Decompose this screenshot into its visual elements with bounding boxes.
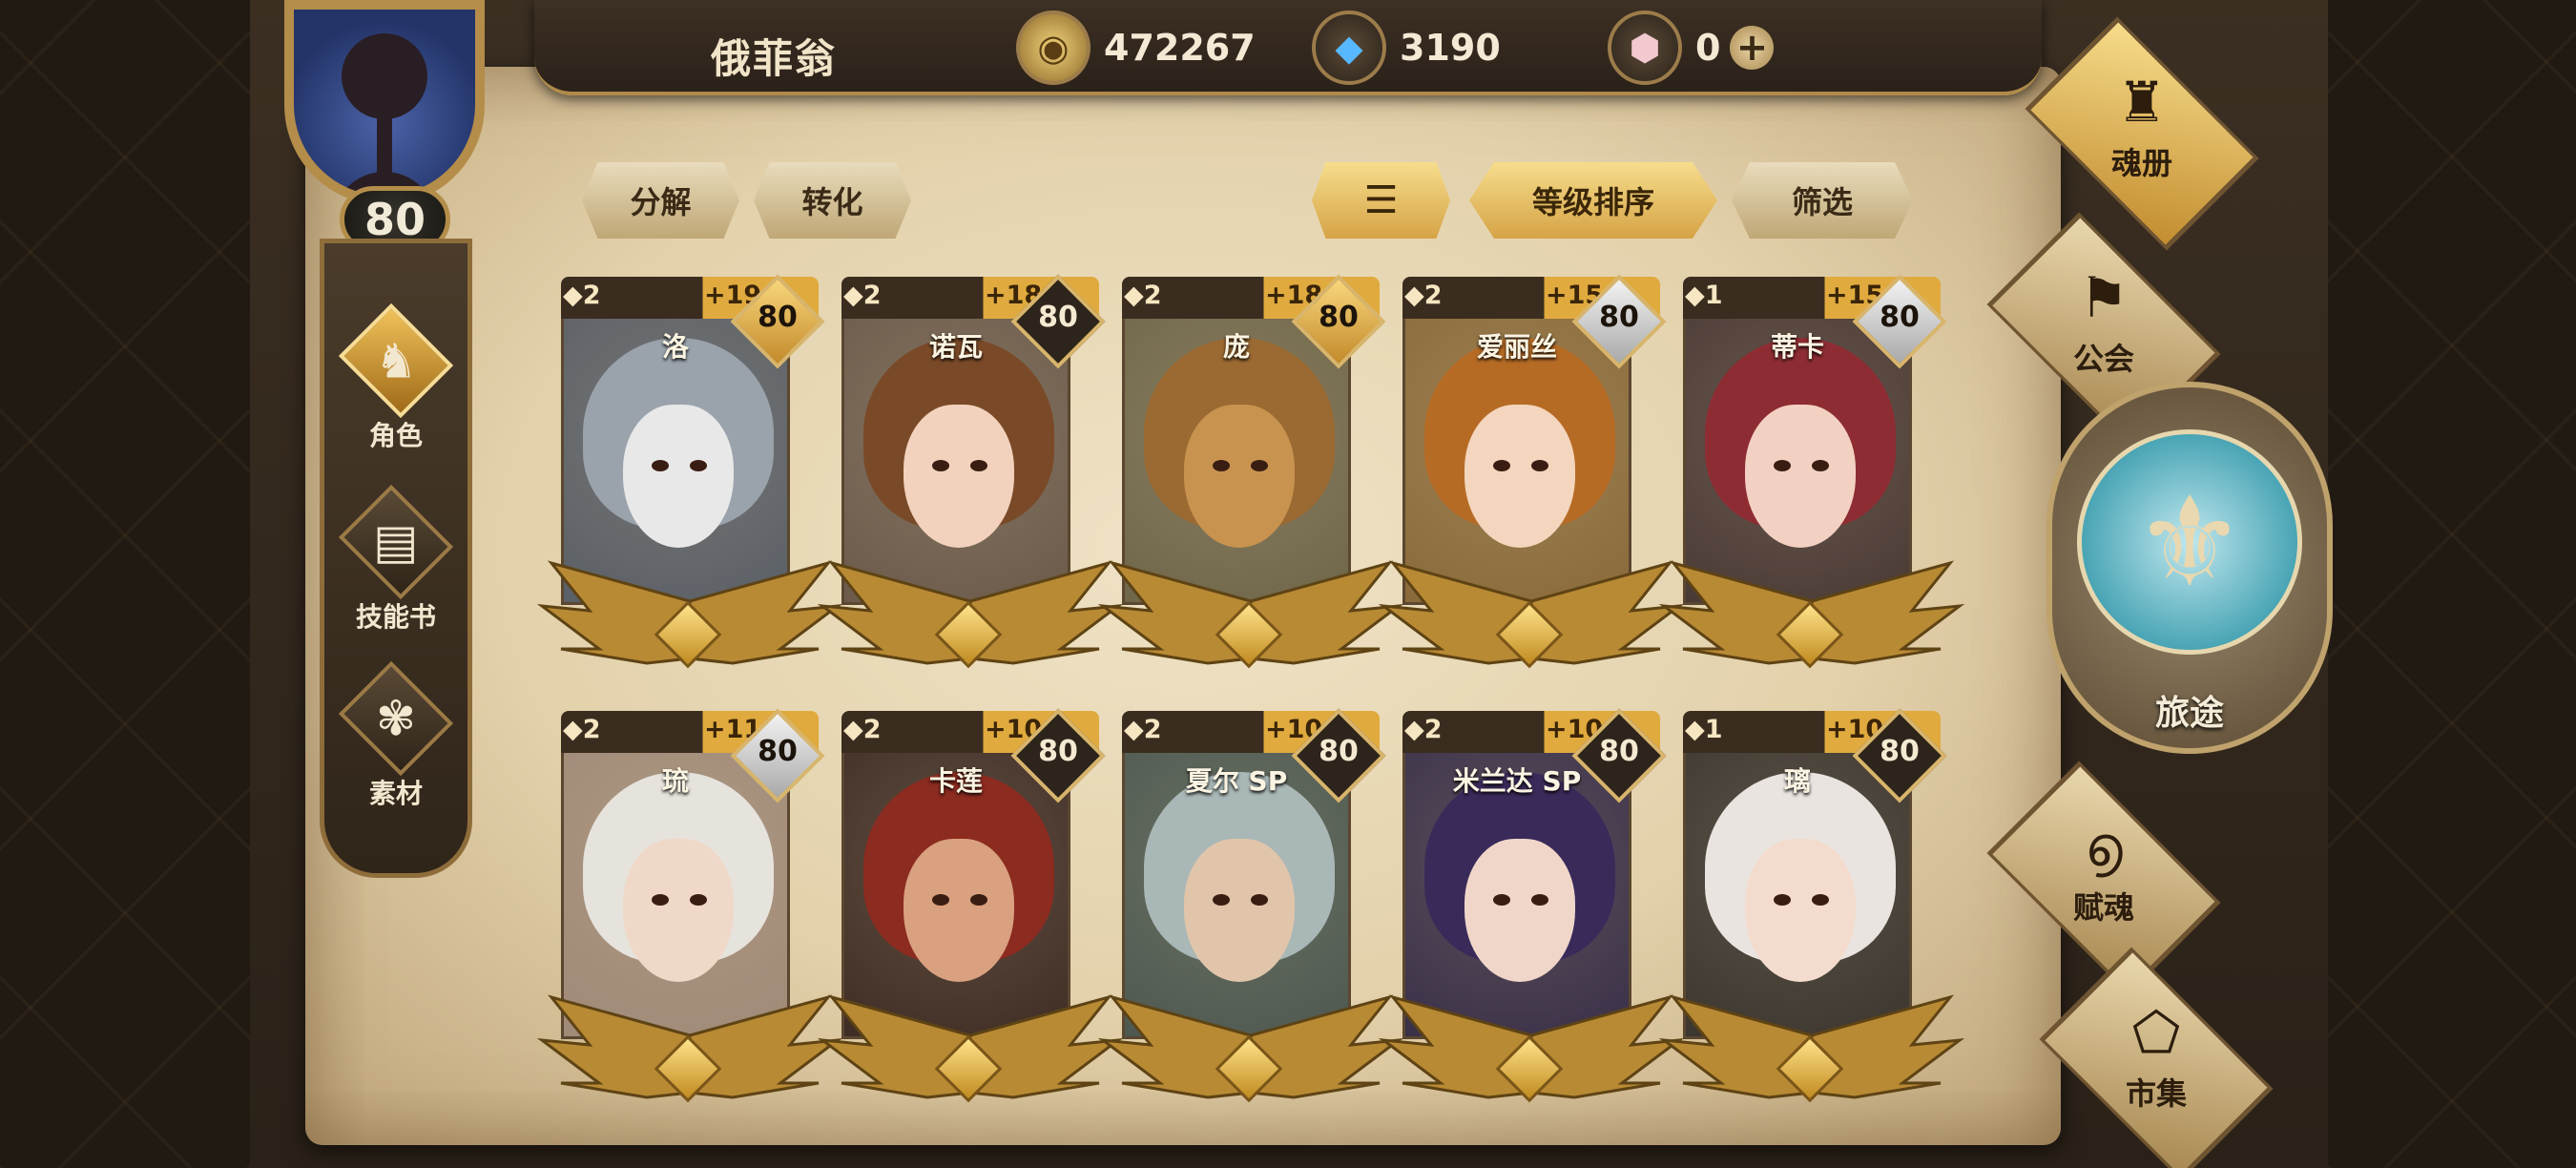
soulbook-label: 魂册 bbox=[2110, 145, 2172, 181]
character-name: 琉 bbox=[661, 765, 689, 797]
character-card[interactable]: ◆2 +19 洛 80 bbox=[536, 274, 843, 687]
character-name: 米兰达 SP bbox=[1452, 765, 1582, 797]
card-rank: ◆2 bbox=[563, 281, 601, 310]
character-name: 蒂卡 bbox=[1770, 331, 1824, 363]
card-rank: ◆1 bbox=[1685, 715, 1723, 744]
add-gem-button[interactable]: + bbox=[1730, 26, 1775, 70]
filter-button[interactable]: 筛选 bbox=[1732, 162, 1913, 239]
crystal-value: 3190 bbox=[1400, 27, 1501, 69]
character-name: 卡莲 bbox=[928, 765, 983, 797]
left-nav: ♞ 角色 ▤ 技能书 ✾ 素材 bbox=[320, 239, 472, 878]
pink-gem-icon: ⬢ bbox=[1608, 10, 1682, 85]
gold-value: 472267 bbox=[1104, 27, 1256, 69]
character-card[interactable]: ◆2 +10 卡莲 80 bbox=[817, 708, 1124, 1121]
material-icon: ✾ bbox=[376, 691, 416, 746]
soulbook-icon: ♜ bbox=[2117, 70, 2167, 135]
character-name: 夏尔 SP bbox=[1185, 765, 1288, 797]
player-name: 俄菲翁 bbox=[711, 35, 838, 82]
card-rank: ◆2 bbox=[1404, 715, 1443, 744]
game-screen: { "player": {"name": "俄菲翁", "level": "80… bbox=[0, 0, 2576, 1168]
market-icon: ⬠ bbox=[2131, 1000, 2181, 1065]
nav-item-character[interactable]: ♞ 角色 bbox=[334, 302, 458, 453]
nav-label-material: 素材 bbox=[368, 778, 423, 809]
sort-by-level-button[interactable]: 等级排序 bbox=[1469, 162, 1717, 239]
card-rank: ◆2 bbox=[843, 281, 882, 310]
character-name: 庞 bbox=[1222, 331, 1250, 363]
sort-order-button[interactable]: ☰ bbox=[1312, 162, 1450, 239]
character-grid: ◆2 +19 洛 80 ◆2 +18 诺瓦 80 ◆2 +18 庞 80 ◆2 +15 爱丽丝 80 ◆1 +15… bbox=[536, 274, 1965, 1116]
character-card[interactable]: ◆1 +10 璃 80 bbox=[1658, 708, 1965, 1121]
endow-label: 赋魂 bbox=[2072, 889, 2134, 926]
character-card[interactable]: ◆2 +11 琉 80 bbox=[536, 708, 843, 1121]
character-card[interactable]: ◆2 +10 夏尔 SP 80 bbox=[1097, 708, 1404, 1121]
card-rank: ◆2 bbox=[843, 715, 882, 744]
right-background-panel bbox=[2328, 0, 2576, 1168]
nav-label-character: 角色 bbox=[368, 420, 423, 451]
gem-value: 0 bbox=[1695, 27, 1721, 69]
card-rank: ◆2 bbox=[1404, 281, 1443, 310]
left-background-panel bbox=[0, 0, 250, 1168]
guild-icon: ⚑ bbox=[2079, 265, 2129, 330]
character-card[interactable]: ◆1 +15 蒂卡 80 bbox=[1658, 274, 1965, 687]
character-card[interactable]: ◆2 +10 米兰达 SP 80 bbox=[1378, 708, 1685, 1121]
convert-button[interactable]: 转化 bbox=[754, 162, 911, 239]
character-name: 爱丽丝 bbox=[1476, 331, 1557, 363]
nav-item-skillbook[interactable]: ▤ 技能书 bbox=[334, 484, 458, 635]
card-rank: ◆2 bbox=[563, 715, 601, 744]
card-rank: ◆2 bbox=[1124, 715, 1162, 744]
gem-resource: ⬢ 0 + bbox=[1608, 10, 1775, 85]
endow-icon: ൭ bbox=[2085, 814, 2123, 879]
character-name: 诺瓦 bbox=[928, 331, 983, 363]
market-label: 市集 bbox=[2125, 1075, 2187, 1112]
avatar[interactable] bbox=[284, 0, 485, 205]
sort-icon: ☰ bbox=[1363, 178, 1399, 222]
character-icon: ♞ bbox=[374, 332, 418, 388]
skillbook-icon: ▤ bbox=[373, 514, 419, 570]
blue-crystal-icon: ◆ bbox=[1312, 10, 1386, 85]
card-rank: ◆1 bbox=[1685, 281, 1723, 310]
nav-label-skillbook: 技能书 bbox=[355, 601, 436, 633]
journey-label: 旅途 bbox=[2154, 694, 2224, 733]
nav-item-material[interactable]: ✾ 素材 bbox=[334, 660, 458, 811]
soulbook-button[interactable]: ♜ 魂册 bbox=[2023, 16, 2261, 251]
market-button[interactable]: ⬠ 市集 bbox=[2037, 947, 2275, 1168]
crystal-resource: ◆ 3190 bbox=[1312, 10, 1501, 85]
player-avatar-frame[interactable]: 80 bbox=[246, 0, 542, 258]
journey-button[interactable]: ⚜ 旅途 bbox=[2046, 382, 2333, 754]
character-card[interactable]: ◆2 +18 庞 80 bbox=[1097, 274, 1404, 687]
guild-label: 公会 bbox=[2072, 341, 2134, 377]
character-card[interactable]: ◆2 +18 诺瓦 80 bbox=[817, 274, 1124, 687]
character-card[interactable]: ◆2 +15 爱丽丝 80 bbox=[1378, 274, 1685, 687]
character-name: 洛 bbox=[661, 331, 689, 363]
journey-icon: ⚜ bbox=[2133, 469, 2246, 615]
decompose-button[interactable]: 分解 bbox=[582, 162, 739, 239]
endow-button[interactable]: ൭ 赋魂 bbox=[1984, 761, 2223, 995]
gold-resource: ◉ 472267 bbox=[1016, 10, 1256, 85]
card-rank: ◆2 bbox=[1124, 281, 1162, 310]
character-name: 璃 bbox=[1783, 765, 1811, 797]
gold-coin-icon: ◉ bbox=[1016, 10, 1091, 85]
